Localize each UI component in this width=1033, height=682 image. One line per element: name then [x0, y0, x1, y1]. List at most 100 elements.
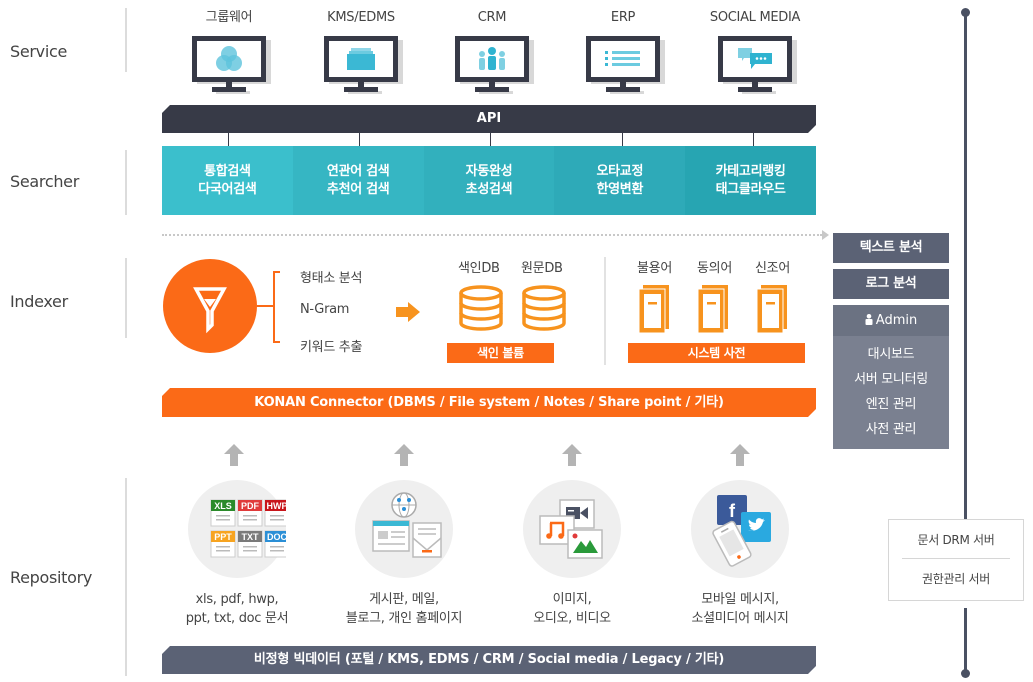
bracket-line [273, 271, 280, 273]
book-icon [697, 285, 728, 333]
monitor-icon [718, 36, 797, 94]
api-connector-line [359, 133, 360, 146]
service-title: ERP [610, 10, 636, 25]
layer-label-service: Service [10, 42, 68, 61]
repository-item: 이미지, 오디오, 비디오 [502, 480, 642, 628]
document-files-icon: XLS PDF HWP PPT TXT DOC [210, 499, 290, 558]
monitor-icon [455, 36, 534, 94]
file-type-label: DOC [267, 532, 286, 542]
service-crm: CRM [437, 8, 547, 94]
repository-item: f 모바일 메시지, 소셜미디어 메시지 [670, 480, 810, 628]
monitor-icon [586, 36, 665, 94]
funnel-icon [193, 287, 227, 334]
service-title: KMS/EDMS [327, 10, 395, 25]
database-icon [459, 285, 503, 331]
repo-caption: xls, pdf, hwp, ppt, txt, doc 문서 [167, 590, 307, 628]
line-endpoint-dot [961, 669, 970, 678]
searcher-cell-line1: 카테고리랭킹 [715, 163, 786, 179]
api-connector-line [622, 133, 623, 146]
arrow-up-icon [394, 444, 414, 466]
repo-caption: 게시판, 메일, 블로그, 개인 홈페이지 [334, 590, 474, 628]
admin-item-server-monitoring: 서버 모니터링 [854, 372, 928, 387]
dict-label: 신조어 [755, 261, 790, 276]
arrow-up-icon [562, 444, 582, 466]
repo-caption-line2: 소셜미디어 메시지 [691, 611, 789, 626]
unstructured-bigdata-bar: 비정형 빅데이터 (포털 / KMS, EDMS / CRM / Social … [162, 646, 816, 674]
layer-separator [125, 8, 127, 72]
repo-icon-circle: XLS PDF HWP PPT TXT DOC [188, 480, 290, 578]
vertical-connector-line [964, 12, 967, 519]
repo-icon-circle [355, 480, 453, 578]
monitor-icon [192, 36, 271, 94]
searcher-cell: 카테고리랭킹 태그클라우드 [685, 146, 816, 215]
user-icon [865, 314, 873, 325]
repo-caption-line1: 모바일 메시지, [701, 592, 779, 607]
repo-caption-line1: 이미지, [552, 592, 592, 607]
repo-caption-line2: 블로그, 개인 홈페이지 [345, 611, 463, 626]
book-icon [756, 285, 787, 333]
twitter-icon [741, 512, 771, 542]
api-connector-line [753, 133, 754, 146]
service-kms-edms: KMS/EDMS [306, 8, 416, 94]
searcher-cell: 오타교정 한영변환 [554, 146, 686, 215]
admin-header: Admin [833, 305, 949, 336]
arrow-right-icon [822, 230, 829, 240]
searcher-cell: 통합검색 다국어검색 [162, 146, 293, 215]
file-type-label: HWP [267, 501, 287, 511]
repo-caption: 모바일 메시지, 소셜미디어 메시지 [670, 590, 810, 628]
file-type-label: PPT [214, 532, 232, 542]
searcher-cell-line1: 오타교정 [596, 163, 644, 179]
api-connector-line [228, 133, 229, 146]
bracket-line [257, 305, 273, 307]
repo-caption-line1: 게시판, 메일, [369, 592, 439, 607]
svg-text:f: f [729, 501, 736, 521]
bracket-line [273, 341, 280, 343]
analysis-item: 형태소 분석 [300, 271, 363, 286]
bracket-line [273, 271, 275, 343]
analysis-item: N-Gram [300, 302, 350, 317]
repo-icon-circle: f [691, 480, 789, 578]
vertical-connector-line [964, 608, 967, 672]
index-volume-tag: 색인 볼륨 [447, 343, 554, 363]
dict-label: 동의어 [697, 261, 732, 276]
book-icon [638, 285, 669, 333]
rights-server-label: 권한관리 서버 [922, 572, 990, 586]
list-icon [605, 51, 640, 66]
chat-bubbles-icon [738, 48, 772, 69]
service-title: 그룹웨어 [205, 10, 253, 25]
repo-caption-line1: xls, pdf, hwp, [195, 592, 279, 607]
admin-menu: 대시보드 서버 모니터링 엔진 관리 사전 관리 [833, 336, 949, 449]
database-icon [522, 285, 566, 331]
repo-caption-line2: 오디오, 비디오 [533, 611, 611, 626]
db-label: 색인DB [458, 261, 500, 276]
dotted-divider [162, 234, 822, 236]
searcher-cell-line1: 통합검색 [204, 163, 251, 179]
searcher-cell: 자동완성 초성검색 [423, 146, 555, 215]
text-analysis-box: 텍스트 분석 [833, 233, 949, 263]
repo-icon-circle [523, 480, 621, 578]
dict-label: 불용어 [637, 261, 672, 276]
people-group-icon [479, 47, 505, 70]
groupware-venn-icon [216, 46, 242, 71]
image-icon [567, 529, 603, 559]
file-type-label: PDF [241, 501, 260, 511]
funnel-circle [163, 259, 257, 353]
konan-connector-bar: KONAN Connector (DBMS / File system / No… [162, 388, 816, 417]
drm-server-label: 문서 DRM 서버 [917, 533, 995, 547]
file-type-label: XLS [214, 501, 232, 511]
repository-item: XLS PDF HWP PPT TXT DOC xls, pdf, hwp, p… [167, 480, 307, 628]
service-erp: ERP [568, 8, 678, 94]
indexer-divider [604, 257, 606, 365]
media-icon [539, 499, 603, 559]
searcher-cell-line1: 자동완성 [465, 163, 513, 179]
layer-separator [125, 478, 127, 676]
service-groupware: 그룹웨어 [174, 8, 284, 94]
monitor-icon [324, 36, 403, 94]
repo-caption-line2: ppt, txt, doc 문서 [185, 611, 289, 626]
db-label: 원문DB [521, 261, 563, 276]
searcher-cell-line2: 한영변환 [596, 181, 644, 197]
layer-label-indexer: Indexer [10, 292, 68, 311]
webpage-icon [372, 520, 410, 552]
drm-server-box: 문서 DRM 서버 권한관리 서버 [888, 519, 1024, 601]
system-dictionary-tag: 시스템 사전 [628, 343, 805, 363]
